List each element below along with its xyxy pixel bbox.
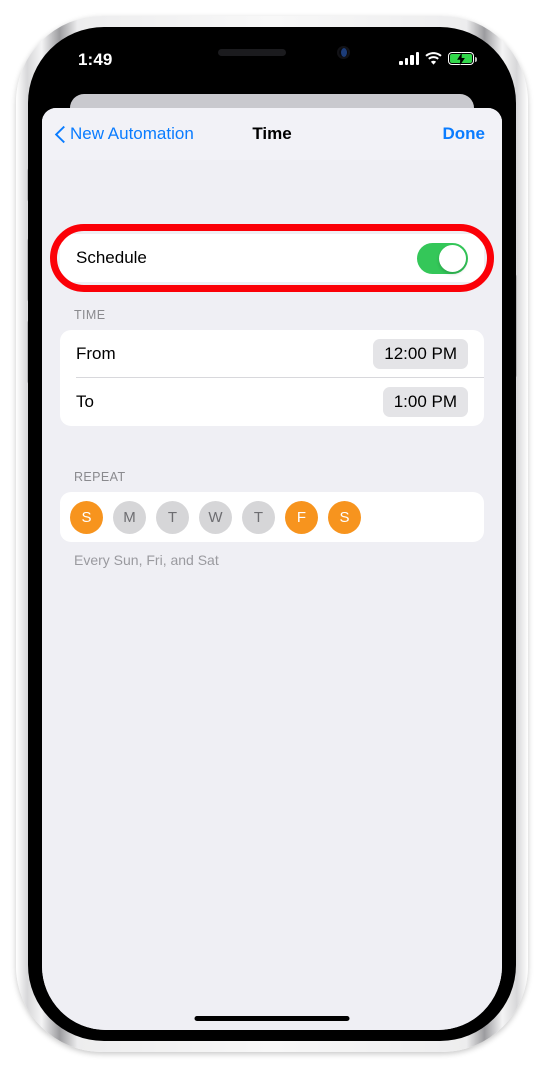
repeat-section-header: REPEAT bbox=[74, 470, 126, 484]
settings-content: Schedule TIME From 12:00 PM To 1:00 PM R… bbox=[42, 160, 502, 1030]
back-button[interactable]: New Automation bbox=[54, 124, 194, 144]
weekday-friday[interactable]: F bbox=[285, 500, 318, 534]
front-camera-icon bbox=[337, 46, 350, 59]
from-label: From bbox=[76, 344, 116, 363]
weekday-wednesday[interactable]: W bbox=[199, 500, 232, 534]
time-card: From 12:00 PM To 1:00 PM bbox=[60, 330, 484, 426]
from-row[interactable]: From 12:00 PM bbox=[60, 330, 484, 378]
schedule-toggle[interactable] bbox=[417, 242, 468, 274]
chevron-left-icon bbox=[54, 125, 65, 143]
cellular-signal-icon bbox=[399, 51, 419, 65]
screenshot-stage: 1:49 New Automation Time Done Schedule T… bbox=[0, 0, 544, 1080]
earpiece-speaker-icon bbox=[218, 49, 286, 56]
home-indicator[interactable] bbox=[194, 1016, 350, 1021]
schedule-row[interactable]: Schedule bbox=[60, 234, 484, 282]
weekday-monday[interactable]: M bbox=[113, 500, 146, 534]
battery-charging-icon bbox=[448, 52, 477, 65]
status-bar-indicators bbox=[399, 51, 477, 65]
time-modal-sheet: New Automation Time Done Schedule TIME F… bbox=[42, 108, 502, 1030]
from-time-value[interactable]: 12:00 PM bbox=[373, 339, 468, 369]
notch bbox=[168, 38, 376, 67]
schedule-card: Schedule bbox=[60, 234, 484, 282]
done-button[interactable]: Done bbox=[443, 124, 486, 144]
weekday-selector: SMTWTFS bbox=[70, 500, 474, 534]
weekday-saturday[interactable]: S bbox=[328, 500, 361, 534]
weekday-sunday[interactable]: S bbox=[70, 500, 103, 534]
to-label: To bbox=[76, 392, 94, 411]
to-row[interactable]: To 1:00 PM bbox=[60, 378, 484, 426]
weekday-thursday[interactable]: T bbox=[242, 500, 275, 534]
repeat-summary-text: Every Sun, Fri, and Sat bbox=[74, 552, 219, 568]
time-section-header: TIME bbox=[74, 308, 106, 322]
schedule-label: Schedule bbox=[76, 248, 147, 267]
status-bar-time: 1:49 bbox=[78, 50, 113, 69]
to-time-value[interactable]: 1:00 PM bbox=[382, 387, 468, 417]
repeat-card: SMTWTFS bbox=[60, 492, 484, 542]
navigation-bar: New Automation Time Done bbox=[42, 108, 502, 160]
phone-screen: 1:49 New Automation Time Done Schedule T… bbox=[42, 38, 502, 1030]
back-button-label: New Automation bbox=[70, 124, 194, 143]
wifi-icon bbox=[425, 52, 442, 65]
weekday-tuesday[interactable]: T bbox=[156, 500, 189, 534]
schedule-toggle-knob bbox=[439, 244, 466, 272]
